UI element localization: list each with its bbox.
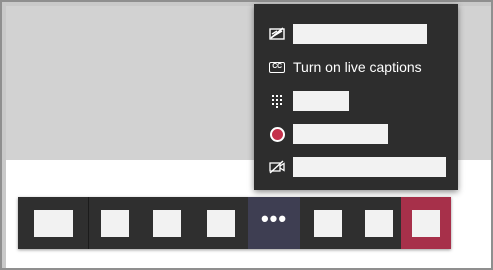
camera-icon: [101, 209, 129, 237]
share-button[interactable]: [193, 197, 248, 249]
menu-item-label: Turn on live captions: [293, 59, 422, 75]
menu-item-background-effects[interactable]: [254, 21, 458, 47]
microphone-icon: [153, 209, 181, 237]
show-conversation-button[interactable]: [300, 197, 356, 249]
meeting-timer-placeholder: [33, 209, 73, 237]
microphone-button[interactable]: [141, 197, 193, 249]
menu-item-record[interactable]: [254, 121, 458, 147]
meeting-timer: [18, 197, 88, 249]
menu-item-video-off[interactable]: [254, 154, 458, 180]
menu-item-live-captions[interactable]: CC Turn on live captions: [254, 54, 458, 80]
more-actions-button[interactable]: •••: [248, 197, 300, 249]
meeting-control-bar: •••: [18, 197, 451, 249]
menu-item-label: [293, 91, 349, 111]
hang-up-button[interactable]: [401, 197, 451, 249]
background-effects-icon: [268, 25, 286, 43]
closed-captions-icon: CC: [268, 58, 286, 76]
menu-item-label: [293, 24, 427, 44]
menu-item-label: [293, 124, 388, 144]
dial-pad-icon: [268, 92, 286, 110]
record-icon: [268, 125, 286, 143]
menu-item-label: [293, 157, 446, 177]
chat-icon: [314, 209, 342, 237]
video-off-icon: [268, 158, 286, 176]
show-participants-button[interactable]: [356, 197, 401, 249]
participants-icon: [364, 209, 393, 237]
share-icon: [206, 209, 235, 237]
more-actions-menu: CC Turn on live captions: [254, 4, 458, 190]
more-actions-icon: •••: [260, 206, 288, 231]
menu-item-dial-pad[interactable]: [254, 88, 458, 114]
camera-button[interactable]: [89, 197, 141, 249]
hang-up-icon: [412, 209, 440, 237]
